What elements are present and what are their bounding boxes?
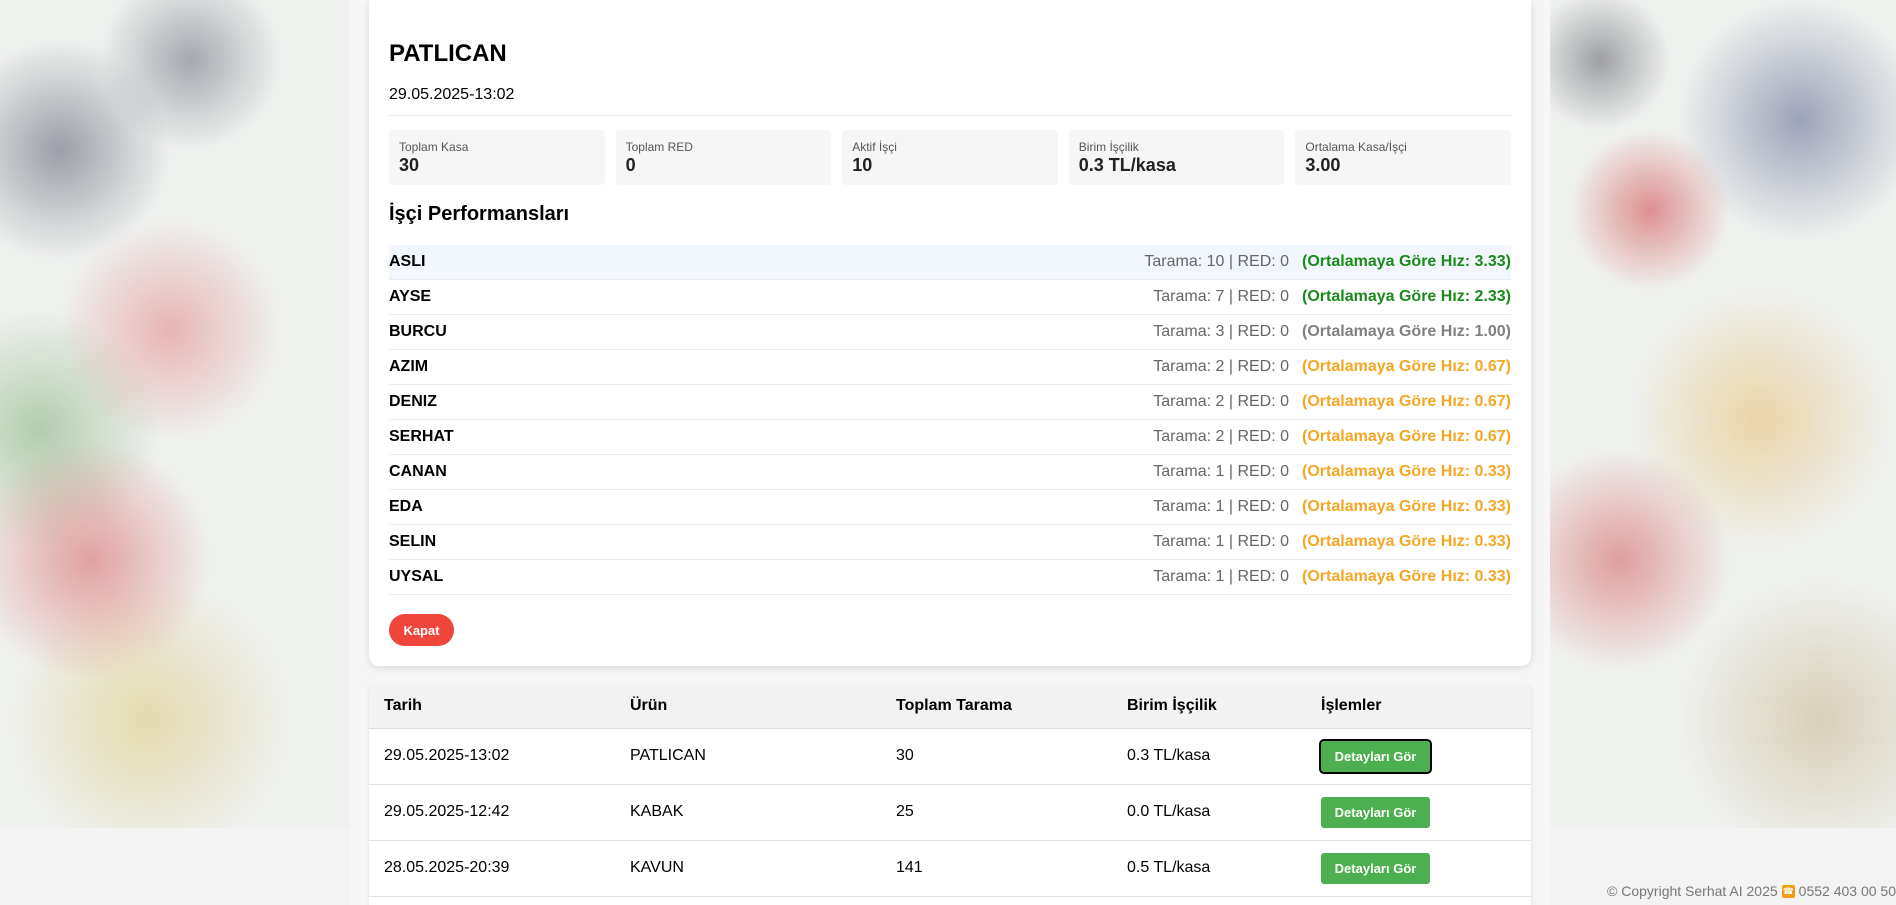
worker-name: BURCU bbox=[389, 323, 447, 340]
worker-speed: (Ortalamaya Göre Hız: 0.33) bbox=[1302, 568, 1511, 585]
worker-speed: (Ortalamaya Göre Hız: 0.67) bbox=[1302, 428, 1511, 445]
worker-stats: Tarama: 2 | RED: 0 bbox=[1153, 358, 1290, 375]
worker-stats: Tarama: 7 | RED: 0 bbox=[1153, 288, 1290, 305]
worker-row[interactable]: AZIM Tarama: 2 | RED: 0 (Ortalamaya Göre … bbox=[389, 350, 1511, 385]
stat-card-average-per-worker: Ortalama Kasa/İşçi 3.00 bbox=[1295, 130, 1511, 185]
stat-label: Birim İşçilik bbox=[1078, 140, 1139, 154]
view-details-button[interactable]: Detayları Gör bbox=[1321, 852, 1430, 884]
worker-name: EDA bbox=[389, 498, 423, 515]
cell-total: 25 bbox=[881, 784, 1112, 841]
stat-label: Toplam RED bbox=[625, 140, 693, 154]
header-date: Tarih bbox=[369, 685, 615, 729]
worker-row[interactable]: UYSAL Tarama: 1 | RED: 0 (Ortalamaya Göre… bbox=[389, 560, 1511, 595]
worker-stats: Tarama: 3 | RED: 0 bbox=[1153, 323, 1290, 340]
view-details-button[interactable]: Detayları Gör bbox=[1321, 796, 1430, 828]
stat-value: 10 bbox=[852, 155, 873, 175]
modal-divider bbox=[389, 115, 1511, 116]
worker-speed: (Ortalamaya Göre Hız: 0.67) bbox=[1302, 358, 1511, 375]
worker-speed: (Ortalamaya Göre Hız: 0.67) bbox=[1302, 393, 1511, 410]
stat-card-total-crates: Toplam Kasa 30 bbox=[389, 130, 605, 185]
worker-stats: Tarama: 1 | RED: 0 bbox=[1153, 498, 1290, 515]
stat-value: 0 bbox=[625, 155, 636, 175]
worker-stats: Tarama: 2 | RED: 0 bbox=[1153, 428, 1290, 445]
phone-icon: ☎ bbox=[1781, 884, 1795, 898]
worker-speed: (Ortalamaya Göre Hız: 0.33) bbox=[1302, 533, 1511, 550]
header-unit-labor: Birim İşçilik bbox=[1112, 685, 1306, 729]
detail-modal: PATLICAN 29.05.2025-13:02 Toplam Kasa 30… bbox=[369, 0, 1531, 666]
records-table-container: Tarih Ürün Toplam Tarama Birim İşçilik İ… bbox=[369, 685, 1531, 905]
cell-actions: Detayları Gör bbox=[1306, 784, 1531, 841]
records-table: Tarih Ürün Toplam Tarama Birim İşçilik İ… bbox=[369, 685, 1531, 897]
worker-row[interactable]: ASLI Tarama: 10 | RED: 0 (Ortalamaya Göre… bbox=[389, 245, 1511, 280]
phone-number: 0552 403 00 50 bbox=[1798, 883, 1896, 899]
cell-actions: Detayları Gör bbox=[1306, 840, 1531, 897]
worker-name: AZIM bbox=[389, 358, 429, 375]
worker-name: UYSAL bbox=[389, 568, 444, 585]
header-actions: İşlemler bbox=[1306, 685, 1531, 729]
modal-date: 29.05.2025-13:02 bbox=[389, 86, 515, 103]
table-row: 29.05.2025-13:02 PATLICAN 30 0.3 TL/kasa… bbox=[369, 728, 1531, 785]
stat-card-total-red: Toplam RED 0 bbox=[615, 130, 832, 185]
cell-date: 28.05.2025-20:39 bbox=[369, 840, 615, 897]
worker-speed: (Ortalamaya Göre Hız: 3.33) bbox=[1302, 253, 1511, 270]
copyright-text: © Copyright Serhat AI 2025 bbox=[1607, 883, 1778, 899]
worker-performance-title: İşçi Performansları bbox=[389, 203, 570, 225]
footer: © Copyright Serhat AI 2025 ☎ 0552 403 00… bbox=[1607, 880, 1896, 902]
table-row: 28.05.2025-20:39 KAVUN 141 0.5 TL/kasa D… bbox=[369, 840, 1531, 897]
worker-name: DENIZ bbox=[389, 393, 437, 410]
table-row: 29.05.2025-12:42 KABAK 25 0.0 TL/kasa De… bbox=[369, 784, 1531, 841]
worker-stats: Tarama: 2 | RED: 0 bbox=[1153, 393, 1290, 410]
cell-product: KAVUN bbox=[615, 840, 881, 897]
header-product: Ürün bbox=[615, 685, 881, 729]
close-button[interactable]: Kapat bbox=[389, 614, 454, 646]
worker-speed: (Ortalamaya Göre Hız: 1.00) bbox=[1302, 323, 1511, 340]
stat-card-active-workers: Aktif İşçi 10 bbox=[842, 130, 1058, 185]
stat-label: Aktif İşçi bbox=[852, 140, 897, 154]
cell-unit: 0.5 TL/kasa bbox=[1112, 840, 1306, 897]
worker-stats: Tarama: 10 | RED: 0 bbox=[1144, 253, 1290, 270]
table-header-row: Tarih Ürün Toplam Tarama Birim İşçilik İ… bbox=[369, 685, 1531, 729]
worker-name: CANAN bbox=[389, 463, 447, 480]
modal-title: PATLICAN bbox=[389, 40, 507, 67]
worker-stats: Tarama: 1 | RED: 0 bbox=[1153, 533, 1290, 550]
stats-row: Toplam Kasa 30 Toplam RED 0 Aktif İşçi 1… bbox=[389, 130, 1511, 185]
stat-value: 30 bbox=[399, 155, 420, 175]
worker-row[interactable]: AYSE Tarama: 7 | RED: 0 (Ortalamaya Göre … bbox=[389, 280, 1511, 315]
worker-stats: Tarama: 1 | RED: 0 bbox=[1153, 463, 1290, 480]
stat-card-unit-labor: Birim İşçilik 0.3 TL/kasa bbox=[1068, 130, 1285, 185]
worker-speed: (Ortalamaya Göre Hız: 2.33) bbox=[1302, 288, 1511, 305]
header-total-scans: Toplam Tarama bbox=[881, 685, 1112, 729]
worker-stats: Tarama: 1 | RED: 0 bbox=[1153, 568, 1290, 585]
worker-name: AYSE bbox=[389, 288, 432, 305]
cell-date: 29.05.2025-13:02 bbox=[369, 728, 615, 785]
cell-product: KABAK bbox=[615, 784, 881, 841]
stat-value: 3.00 bbox=[1305, 155, 1341, 175]
worker-row[interactable]: SELIN Tarama: 1 | RED: 0 (Ortalamaya Göre… bbox=[389, 525, 1511, 560]
cell-date: 29.05.2025-12:42 bbox=[369, 784, 615, 841]
worker-list: ASLI Tarama: 10 | RED: 0 (Ortalamaya Göre… bbox=[389, 245, 1511, 595]
cell-product: PATLICAN bbox=[615, 728, 881, 785]
view-details-button[interactable]: Detayları Gör bbox=[1319, 738, 1432, 774]
worker-speed: (Ortalamaya Göre Hız: 0.33) bbox=[1302, 498, 1511, 515]
cell-total: 30 bbox=[881, 728, 1112, 785]
stat-label: Toplam Kasa bbox=[399, 140, 469, 154]
worker-speed: (Ortalamaya Göre Hız: 0.33) bbox=[1302, 463, 1511, 480]
cell-unit: 0.3 TL/kasa bbox=[1112, 728, 1306, 785]
cell-actions: Detayları Gör bbox=[1306, 728, 1531, 785]
stat-value: 0.3 TL/kasa bbox=[1078, 155, 1176, 175]
cell-total: 141 bbox=[881, 840, 1112, 897]
worker-row[interactable]: EDA Tarama: 1 | RED: 0 (Ortalamaya Göre H… bbox=[389, 490, 1511, 525]
worker-row[interactable]: BURCU Tarama: 3 | RED: 0 (Ortalamaya Göre… bbox=[389, 315, 1511, 350]
stat-label: Ortalama Kasa/İşçi bbox=[1305, 140, 1407, 154]
worker-row[interactable]: CANAN Tarama: 1 | RED: 0 (Ortalamaya Göre… bbox=[389, 455, 1511, 490]
worker-name: SELIN bbox=[389, 533, 437, 550]
cell-unit: 0.0 TL/kasa bbox=[1112, 784, 1306, 841]
worker-row[interactable]: DENIZ Tarama: 2 | RED: 0 (Ortalamaya Göre… bbox=[389, 385, 1511, 420]
worker-row[interactable]: SERHAT Tarama: 2 | RED: 0 (Ortalamaya Gör… bbox=[389, 420, 1511, 455]
worker-name: SERHAT bbox=[389, 428, 454, 445]
worker-name: ASLI bbox=[389, 253, 426, 270]
